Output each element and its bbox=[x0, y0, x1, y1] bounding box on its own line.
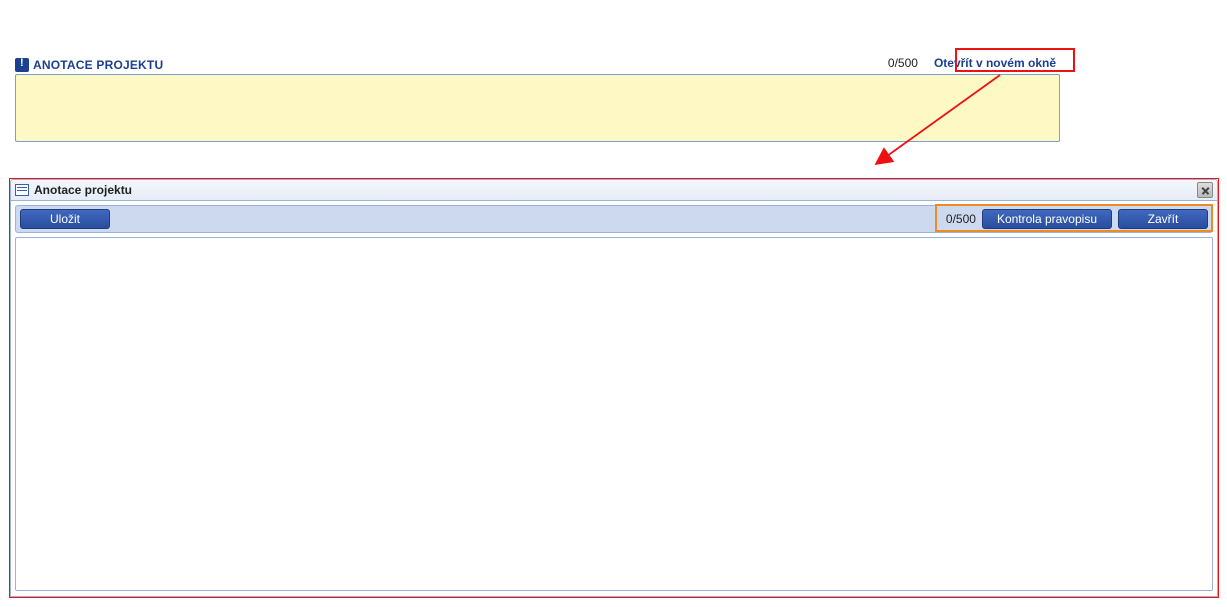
close-button[interactable]: Zavřít bbox=[1118, 209, 1208, 229]
annotation-textarea-collapsed[interactable] bbox=[15, 74, 1060, 142]
required-icon bbox=[15, 58, 29, 72]
modal-title: Anotace projektu bbox=[34, 183, 132, 197]
annotation-field-collapsed: ANOTACE PROJEKTU 0/500 Otevřít v novém o… bbox=[15, 52, 1060, 142]
char-counter: 0/500 bbox=[888, 56, 918, 70]
modal-body: Uložit 0/500 Kontrola pravopisu Zavřít bbox=[10, 201, 1218, 597]
modal-close-x-button[interactable] bbox=[1197, 182, 1213, 198]
save-button[interactable]: Uložit bbox=[20, 209, 110, 229]
modal-toolbar: Uložit 0/500 Kontrola pravopisu Zavřít bbox=[15, 205, 1213, 233]
spellcheck-button[interactable]: Kontrola pravopisu bbox=[982, 209, 1112, 229]
annotation-textarea[interactable] bbox=[15, 237, 1213, 591]
modal-titlebar: Anotace projektu bbox=[10, 179, 1218, 201]
modal-char-counter: 0/500 bbox=[946, 212, 976, 226]
open-in-new-window-link[interactable]: Otevřít v novém okně bbox=[930, 54, 1060, 72]
window-icon bbox=[15, 184, 29, 196]
field-label: ANOTACE PROJEKTU bbox=[33, 58, 163, 72]
annotation-modal: Anotace projektu Uložit 0/500 Kontrola p… bbox=[9, 178, 1219, 598]
